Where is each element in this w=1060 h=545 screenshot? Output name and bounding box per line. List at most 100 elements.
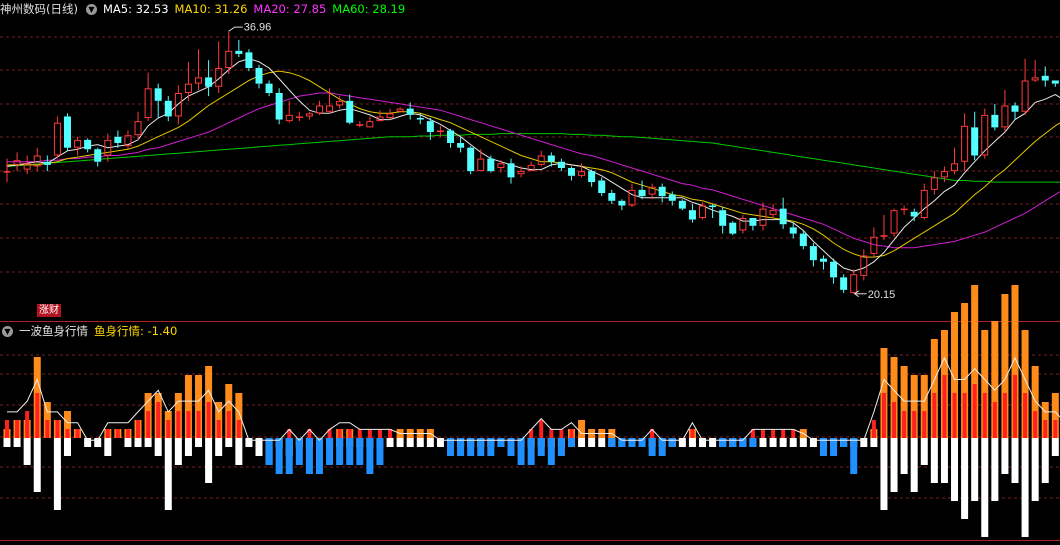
white-bar [709,438,717,447]
white-bar [900,438,908,474]
candle-body [719,210,727,226]
candle-body [396,108,404,112]
blue-bar [749,438,757,447]
candle [598,177,606,197]
white-bar [1001,438,1009,474]
candle [658,183,666,203]
ma5-path [6,58,1060,272]
blue-bar [295,438,303,465]
candle-body [930,177,938,190]
candle [255,64,263,89]
candle [578,163,586,178]
candle-body [799,233,807,247]
red-bar [771,429,776,438]
red-bar [871,420,876,438]
white-bar [688,438,696,447]
blue-bar [729,438,737,447]
candle-body [305,113,313,117]
white-bar [205,438,213,483]
zhangcai-tag[interactable]: 涨财 [37,304,61,317]
candle [890,208,898,237]
candle-body [255,68,263,84]
red-bar [226,411,231,438]
candle-body [275,93,283,120]
sub-header: ▼ 一波鱼身行情 鱼身行情: -1.40 [0,323,183,339]
blue-bar [376,438,384,465]
chevron-down-icon[interactable]: ▼ [85,3,97,15]
candle-body [356,124,364,126]
red-bar [549,429,554,438]
blue-bar [527,438,535,465]
candle [880,214,888,240]
kline-chart: 36.96 20.15 [0,22,1060,541]
white-bar [890,438,898,492]
red-bar [125,429,130,438]
candle-body [416,118,424,120]
red-bar [992,402,997,438]
candle-body [265,83,273,93]
indicator-name: 一波鱼身行情 [19,324,88,338]
candle-body [578,171,586,176]
red-bar [367,429,372,438]
red-bar [942,375,947,438]
candle-body [709,205,717,208]
candle-body [618,200,626,206]
candle-body [144,88,152,118]
white-bar [235,438,243,465]
white-bar [870,438,878,447]
candle-body [971,127,979,156]
candle [265,80,273,97]
candle-body [1021,80,1029,112]
candle [285,100,293,123]
red-bar [952,393,957,438]
white-bar [3,438,11,447]
candle-body [285,114,293,122]
low-label: 20.15 [868,289,896,301]
candle-body [658,186,666,197]
white-bar [880,438,888,510]
red-bar [156,402,161,438]
blue-bar [326,438,334,465]
white-bar [1051,438,1059,456]
candle [719,207,727,234]
candle [809,243,817,267]
red-bar [15,420,20,438]
candle [688,203,696,223]
white-bar [23,438,31,465]
red-bar [972,384,977,438]
white-bar [809,438,817,447]
white-bar [1031,438,1039,501]
candle-body [749,218,757,226]
red-bar [962,393,967,438]
candle [1041,66,1049,87]
candle [386,108,394,120]
white-bar [164,438,172,510]
indicator-value: 鱼身行情: -1.40 [94,324,178,338]
blue-bar [719,438,727,447]
white-bar [134,438,142,447]
candle-body [43,161,51,165]
stock-title: 神州数码(日线) [0,2,78,16]
red-bar [1023,393,1028,438]
ma60-path [6,133,1060,183]
candle-body [1051,80,1059,84]
chevron-down-icon[interactable]: ▼ [2,325,13,337]
white-bar [1041,438,1049,483]
blue-bar [638,438,646,447]
candle [174,85,182,125]
candle [467,146,475,175]
candle-body [467,147,475,172]
candle-body [789,227,797,234]
candle [971,111,979,161]
red-bar [912,411,917,438]
white-bar [386,438,394,447]
ma5-line [6,58,1060,272]
candle [739,214,747,234]
candle-body [457,143,465,148]
candle [1031,60,1039,83]
candle [920,183,928,220]
white-bar [63,438,71,456]
candle-body [406,108,414,115]
blue-bar [265,438,273,465]
blue-bar [305,438,313,474]
